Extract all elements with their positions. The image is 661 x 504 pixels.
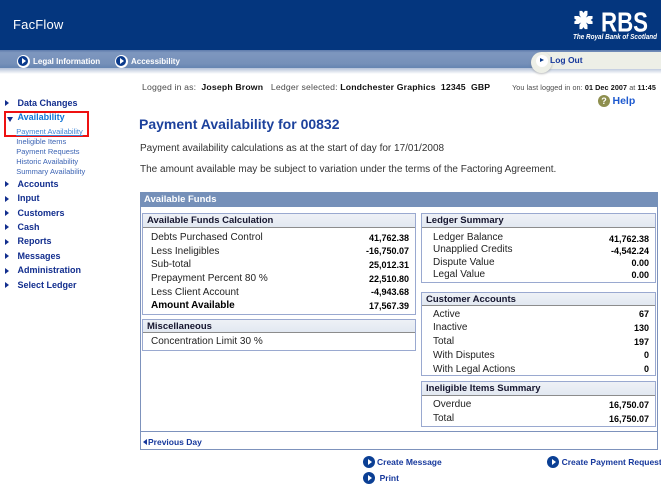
svg-text:The Royal Bank of Scotland: The Royal Bank of Scotland — [573, 32, 657, 41]
